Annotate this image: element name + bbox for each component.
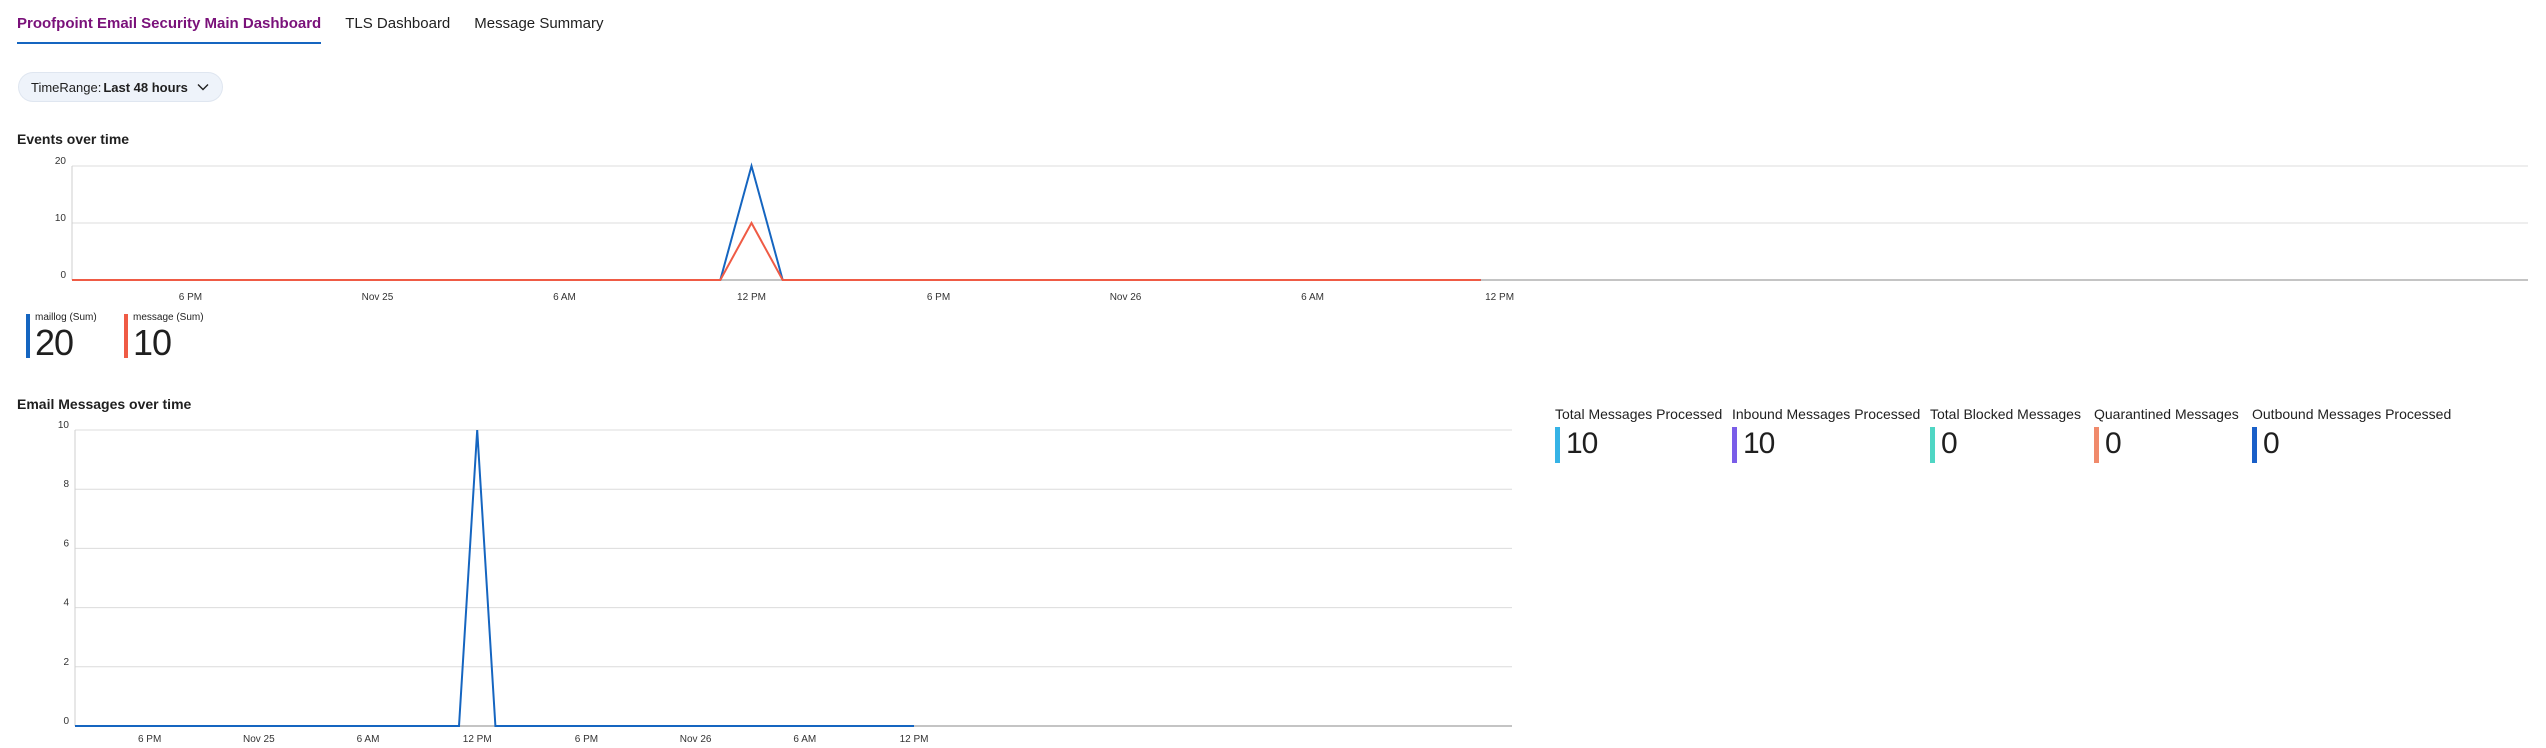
- x-tick-label: 6 PM: [927, 292, 950, 303]
- kpi-value: 0: [2263, 427, 2280, 460]
- x-tick-label: 12 PM: [737, 292, 766, 303]
- kpi-outbound-messages-processed[interactable]: Outbound Messages Processed 0: [2252, 405, 2451, 465]
- y-tick-label: 10: [55, 213, 67, 224]
- kpi-value: 0: [1941, 427, 1958, 460]
- x-tick-label: Nov 26: [680, 734, 712, 745]
- x-tick-label: 6 AM: [1301, 292, 1324, 303]
- y-tick-label: 20: [55, 156, 67, 167]
- legend-item-message[interactable]: message (Sum) 10: [124, 312, 204, 362]
- series-line-0: [75, 429, 914, 727]
- x-tick-label: Nov 25: [243, 734, 275, 745]
- x-tick-label: 12 PM: [900, 734, 929, 745]
- chevron-down-icon: [197, 84, 209, 91]
- time-range-value: Last 48 hours: [103, 79, 188, 95]
- y-tick-label: 4: [63, 598, 69, 609]
- y-tick-label: 8: [63, 479, 69, 490]
- y-tick-label: 0: [60, 270, 66, 281]
- kpi-label: Quarantined Messages: [2094, 406, 2239, 422]
- y-tick-label: 2: [63, 657, 69, 668]
- kpi-total-blocked-messages[interactable]: Total Blocked Messages 0: [1930, 405, 2081, 465]
- legend-color-bar: [124, 314, 128, 358]
- legend-color-bar: [26, 314, 30, 358]
- tab-message-summary[interactable]: Message Summary: [474, 14, 603, 44]
- y-tick-label: 0: [63, 716, 69, 727]
- y-tick-label: 6: [63, 538, 69, 549]
- series-line-1: [72, 220, 1481, 281]
- kpi-total-messages-processed[interactable]: Total Messages Processed 10: [1555, 405, 1722, 465]
- tab-main-dashboard[interactable]: Proofpoint Email Security Main Dashboard: [17, 14, 322, 44]
- kpi-value: 0: [2105, 427, 2122, 460]
- kpi-color-bar: [1930, 427, 1935, 463]
- kpi-label: Outbound Messages Processed: [2252, 406, 2452, 422]
- kpi-color-bar: [1732, 427, 1737, 463]
- x-tick-label: Nov 25: [362, 292, 394, 303]
- dashboard-root: Proofpoint Email Security Main Dashboard…: [0, 0, 2546, 748]
- kpi-inbound-messages-processed[interactable]: Inbound Messages Processed 10: [1732, 405, 1920, 465]
- kpi-value: 10: [1743, 427, 1775, 460]
- tab-tls-dashboard[interactable]: TLS Dashboard: [345, 14, 450, 44]
- email-messages-over-time-chart: 0 2 4 6 8 10 6 PM Nov 25 6 AM 12 PM 6 PM Nov 26 6 AM…: [58, 420, 1512, 745]
- events-over-time-chart: 0 10 20 6 PM Nov 25 6 AM 12 PM 6 PM Nov 26 6 AM 12…: [55, 156, 2528, 303]
- kpi-label: Total Messages Processed: [1555, 406, 1723, 422]
- x-tick-label: Nov 26: [1110, 292, 1142, 303]
- x-tick-label: 6 PM: [138, 734, 161, 745]
- x-tick-label: 6 PM: [179, 292, 202, 303]
- y-tick-label: 10: [58, 420, 70, 431]
- time-range-label: TimeRange:: [31, 79, 102, 95]
- legend-value: 10: [133, 322, 172, 363]
- legend-value: 20: [35, 322, 74, 363]
- x-tick-label: 6 AM: [357, 734, 380, 745]
- kpi-label: Inbound Messages Processed: [1732, 406, 1921, 422]
- x-tick-label: 6 AM: [793, 734, 816, 745]
- kpi-label: Total Blocked Messages: [1930, 406, 2081, 422]
- kpi-color-bar: [2094, 427, 2099, 463]
- kpi-quarantined-messages[interactable]: Quarantined Messages 0: [2094, 405, 2239, 465]
- x-tick-label: 12 PM: [463, 734, 492, 745]
- email-chart-title: Email Messages over time: [17, 396, 192, 412]
- tab-bar: Proofpoint Email Security Main Dashboard…: [17, 14, 604, 44]
- x-tick-label: 6 AM: [553, 292, 576, 303]
- x-tick-label: 6 PM: [575, 734, 598, 745]
- x-tick-label: 12 PM: [1485, 292, 1514, 303]
- events-chart-title: Events over time: [17, 131, 130, 147]
- kpi-color-bar: [2252, 427, 2257, 463]
- legend-item-maillog[interactable]: maillog (Sum) 20: [26, 312, 97, 362]
- time-range-dropdown[interactable]: TimeRange: Last 48 hours: [19, 73, 222, 101]
- kpi-value: 10: [1566, 427, 1598, 460]
- kpi-color-bar: [1555, 427, 1560, 463]
